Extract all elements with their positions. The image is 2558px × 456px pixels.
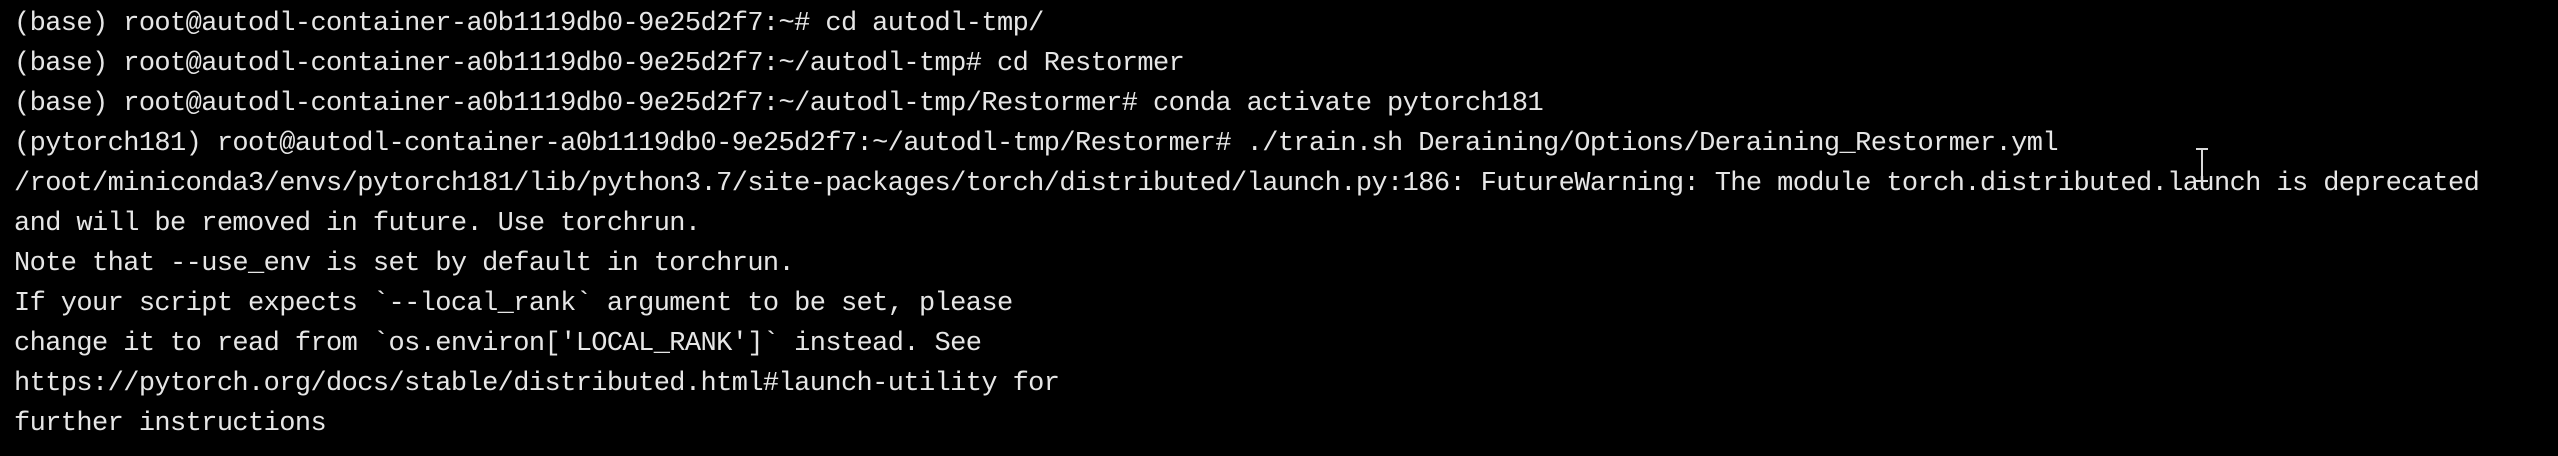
terminal-line-train-command: (pytorch181) root@autodl-container-a0b11… xyxy=(14,129,2059,159)
terminal-line-warning-cont-4: change it to read from `os.environ['LOCA… xyxy=(14,329,982,359)
terminal-line-warning-cont-2: Note that --use_env is set by default in… xyxy=(14,249,795,279)
terminal-line-warning-cont-6: further instructions xyxy=(14,409,327,439)
terminal-line-future-warning: /root/miniconda3/envs/pytorch181/lib/pyt… xyxy=(14,169,2480,199)
terminal-line-cd-restormer: (base) root@autodl-container-a0b1119db0-… xyxy=(14,49,1185,79)
terminal-line-conda-activate: (base) root@autodl-container-a0b1119db0-… xyxy=(14,89,1544,119)
text-ibeam-cursor-icon xyxy=(2196,148,2208,182)
terminal-line-warning-cont-1: and will be removed in future. Use torch… xyxy=(14,209,701,239)
terminal-window[interactable]: (base) root@autodl-container-a0b1119db0-… xyxy=(0,0,2558,456)
terminal-line-warning-cont-5: https://pytorch.org/docs/stable/distribu… xyxy=(14,369,1060,399)
terminal-line-cd-autodl-tmp: (base) root@autodl-container-a0b1119db0-… xyxy=(14,9,1044,39)
terminal-line-warning-cont-3: If your script expects `--local_rank` ar… xyxy=(14,289,1013,319)
